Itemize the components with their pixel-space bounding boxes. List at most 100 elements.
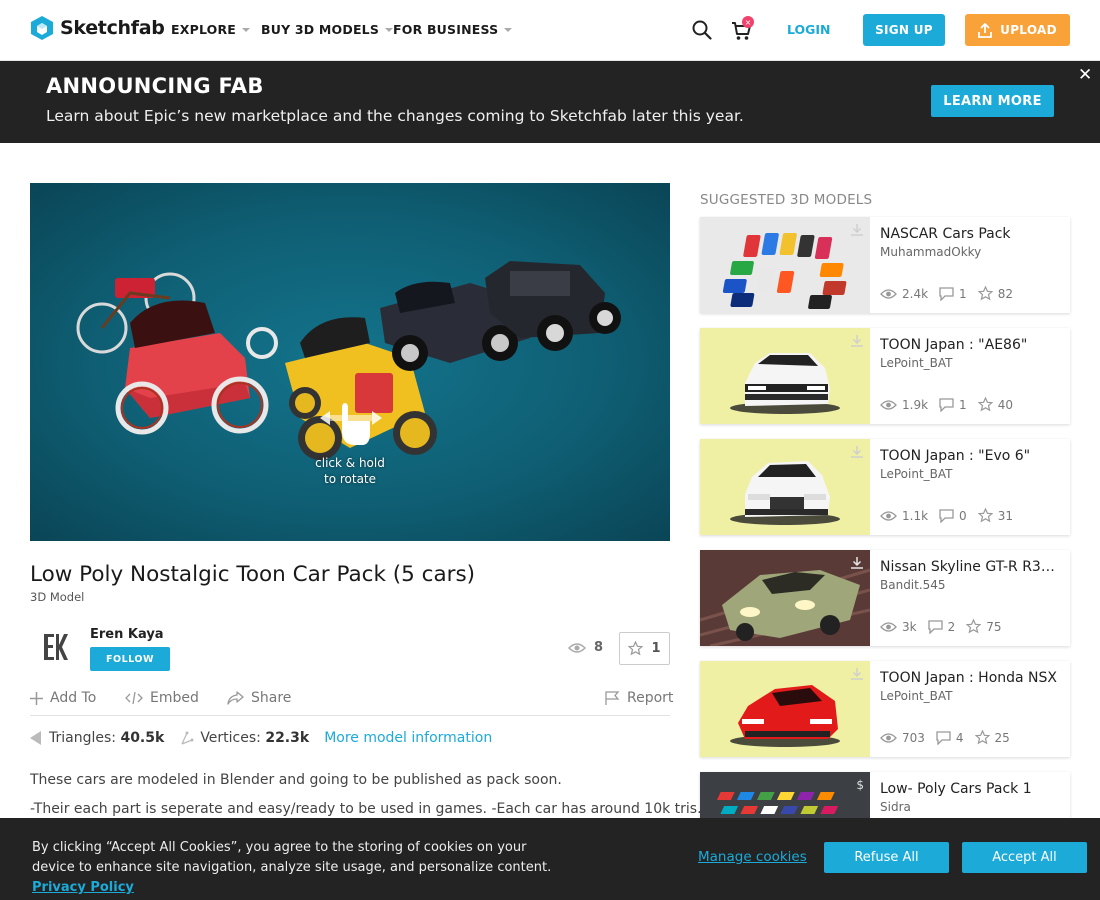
refuse-all-button[interactable]: Refuse All — [824, 842, 949, 873]
model-thumbnail[interactable] — [700, 550, 870, 646]
suggested-models-title: SUGGESTED 3D MODELS — [700, 192, 873, 208]
signup-button[interactable]: SIGN UP — [863, 14, 945, 46]
logo-text: Sketchfab — [60, 17, 165, 39]
manage-cookies-link[interactable]: Manage cookies — [698, 849, 807, 865]
card-likes: 75 — [966, 619, 1002, 634]
rotate-hint-line2: to rotate — [323, 472, 377, 486]
share-button[interactable]: Share — [227, 690, 291, 706]
announcement-title: ANNOUNCING FAB — [46, 74, 264, 98]
triangles-label: Triangles: — [49, 730, 116, 746]
search-icon[interactable] — [692, 20, 712, 40]
author-name[interactable]: Eren Kaya — [90, 627, 164, 642]
suggested-model-card[interactable]: TOON Japan : Honda NSX LePoint_BAT 703 4… — [700, 661, 1070, 757]
add-to-label: Add To — [50, 690, 97, 706]
card-comments: 1 — [939, 287, 967, 301]
car-models-scene — [76, 261, 621, 460]
model-thumbnail[interactable] — [700, 439, 870, 535]
download-icon — [851, 668, 863, 680]
comment-icon — [939, 397, 954, 412]
like-button[interactable]: 1 — [619, 632, 670, 665]
model-thumbnail[interactable] — [700, 328, 870, 424]
comment-icon — [927, 619, 943, 634]
share-label: Share — [251, 690, 292, 706]
card-model-author[interactable]: MuhammadOkky — [880, 245, 981, 259]
card-model-author[interactable]: Bandit.545 — [880, 578, 946, 592]
star-icon — [628, 641, 644, 656]
eye-icon — [880, 621, 897, 632]
vertices-value: 22.3k — [265, 730, 310, 746]
upload-button[interactable]: UPLOAD — [965, 14, 1070, 46]
model-thumbnail[interactable] — [700, 661, 870, 757]
card-likes: 31 — [977, 508, 1013, 523]
caret-down-icon — [242, 28, 251, 32]
card-model-name[interactable]: TOON Japan : "Evo 6" — [880, 448, 1062, 464]
cookie-text-block: By clicking “Accept All Cookies”, you ag… — [32, 838, 562, 898]
card-stats: 703 4 25 — [880, 730, 1021, 745]
triangle-icon — [30, 731, 41, 745]
more-model-info-link[interactable]: More model information — [324, 730, 492, 746]
flag-icon — [605, 691, 620, 705]
suggested-model-card[interactable]: NASCAR Cars Pack MuhammadOkky 2.4k 1 82 — [700, 217, 1070, 313]
card-model-name[interactable]: Low- Poly Cars Pack 1 — [880, 781, 1062, 797]
announcement-text: Learn about Epic’s new marketplace and t… — [46, 107, 744, 125]
eye-icon — [880, 399, 897, 410]
ae86-thumbnail-art — [730, 353, 840, 414]
sketchfab-logo[interactable]: Sketchfab — [30, 15, 165, 41]
card-comments-value: 0 — [959, 508, 967, 523]
cart-button[interactable]: × — [731, 16, 755, 42]
card-views-value: 1.1k — [902, 508, 929, 523]
card-likes: 40 — [977, 397, 1013, 412]
card-views: 3k — [880, 620, 917, 634]
card-model-author[interactable]: Sidra — [880, 800, 911, 814]
card-comments: 0 — [939, 509, 967, 523]
vertices-label: Vertices: — [200, 730, 261, 746]
card-model-name[interactable]: TOON Japan : "AE86" — [880, 337, 1062, 353]
nav-for-business[interactable]: FOR BUSINESS — [393, 22, 513, 37]
suggested-model-card[interactable]: Nissan Skyline GT-R R34 Low-poly Bandit.… — [700, 550, 1070, 646]
accept-all-button[interactable]: Accept All — [962, 842, 1087, 873]
follow-button[interactable]: FOLLOW — [90, 647, 170, 671]
triangles-value: 40.5k — [120, 730, 165, 746]
embed-button[interactable]: Embed — [125, 690, 199, 706]
report-label: Report — [627, 690, 674, 706]
login-button[interactable]: LOGIN — [787, 22, 831, 37]
announcement-banner: ANNOUNCING FAB Learn about Epic’s new ma… — [0, 61, 1100, 143]
evo6-thumbnail-art — [730, 461, 840, 525]
share-icon — [227, 691, 244, 705]
suggested-model-card[interactable]: TOON Japan : "Evo 6" LePoint_BAT 1.1k 0 … — [700, 439, 1070, 535]
card-model-author[interactable]: LePoint_BAT — [880, 356, 953, 370]
star-icon — [977, 508, 993, 523]
card-views-value: 2.4k — [902, 286, 929, 301]
card-model-author[interactable]: LePoint_BAT — [880, 467, 953, 481]
card-stats: 1.1k 0 31 — [880, 508, 1024, 523]
card-model-name[interactable]: Nissan Skyline GT-R R34 Low-poly — [880, 559, 1062, 575]
card-stats: 1.9k 1 40 — [880, 397, 1024, 412]
nav-buy-3d-models[interactable]: BUY 3D MODELS — [261, 22, 394, 37]
download-icon — [851, 224, 863, 236]
comment-icon — [939, 508, 954, 523]
card-model-name[interactable]: TOON Japan : Honda NSX — [880, 670, 1062, 686]
sketchfab-logo-icon — [31, 16, 53, 40]
card-comments-value: 2 — [947, 619, 956, 634]
privacy-policy-link[interactable]: Privacy Policy — [32, 880, 134, 895]
author-avatar[interactable] — [30, 626, 78, 668]
like-count: 1 — [651, 641, 661, 656]
suggested-model-card[interactable]: TOON Japan : "AE86" LePoint_BAT 1.9k 1 4… — [700, 328, 1070, 424]
view-count: 8 — [568, 640, 603, 655]
card-likes: 25 — [974, 730, 1010, 745]
nav-buy-label: BUY 3D MODELS — [261, 22, 380, 37]
learn-more-button[interactable]: LEARN MORE — [931, 85, 1054, 117]
close-icon[interactable]: ✕ — [1078, 65, 1092, 85]
model-title: Low Poly Nostalgic Toon Car Pack (5 cars… — [30, 562, 476, 587]
star-icon — [977, 397, 993, 412]
card-stats: 2.4k 1 82 — [880, 286, 1024, 301]
card-model-author[interactable]: LePoint_BAT — [880, 689, 953, 703]
card-model-name[interactable]: NASCAR Cars Pack — [880, 226, 1062, 242]
nav-explore[interactable]: EXPLORE — [171, 22, 251, 37]
report-button[interactable]: Report — [605, 690, 673, 706]
model-thumbnail[interactable] — [700, 217, 870, 313]
model-stats: Triangles: 40.5k Vertices: 22.3k More mo… — [30, 730, 492, 746]
card-likes-value: 82 — [997, 286, 1013, 301]
add-to-button[interactable]: Add To — [30, 690, 96, 706]
model-viewer[interactable]: click & hold to rotate — [30, 183, 670, 541]
